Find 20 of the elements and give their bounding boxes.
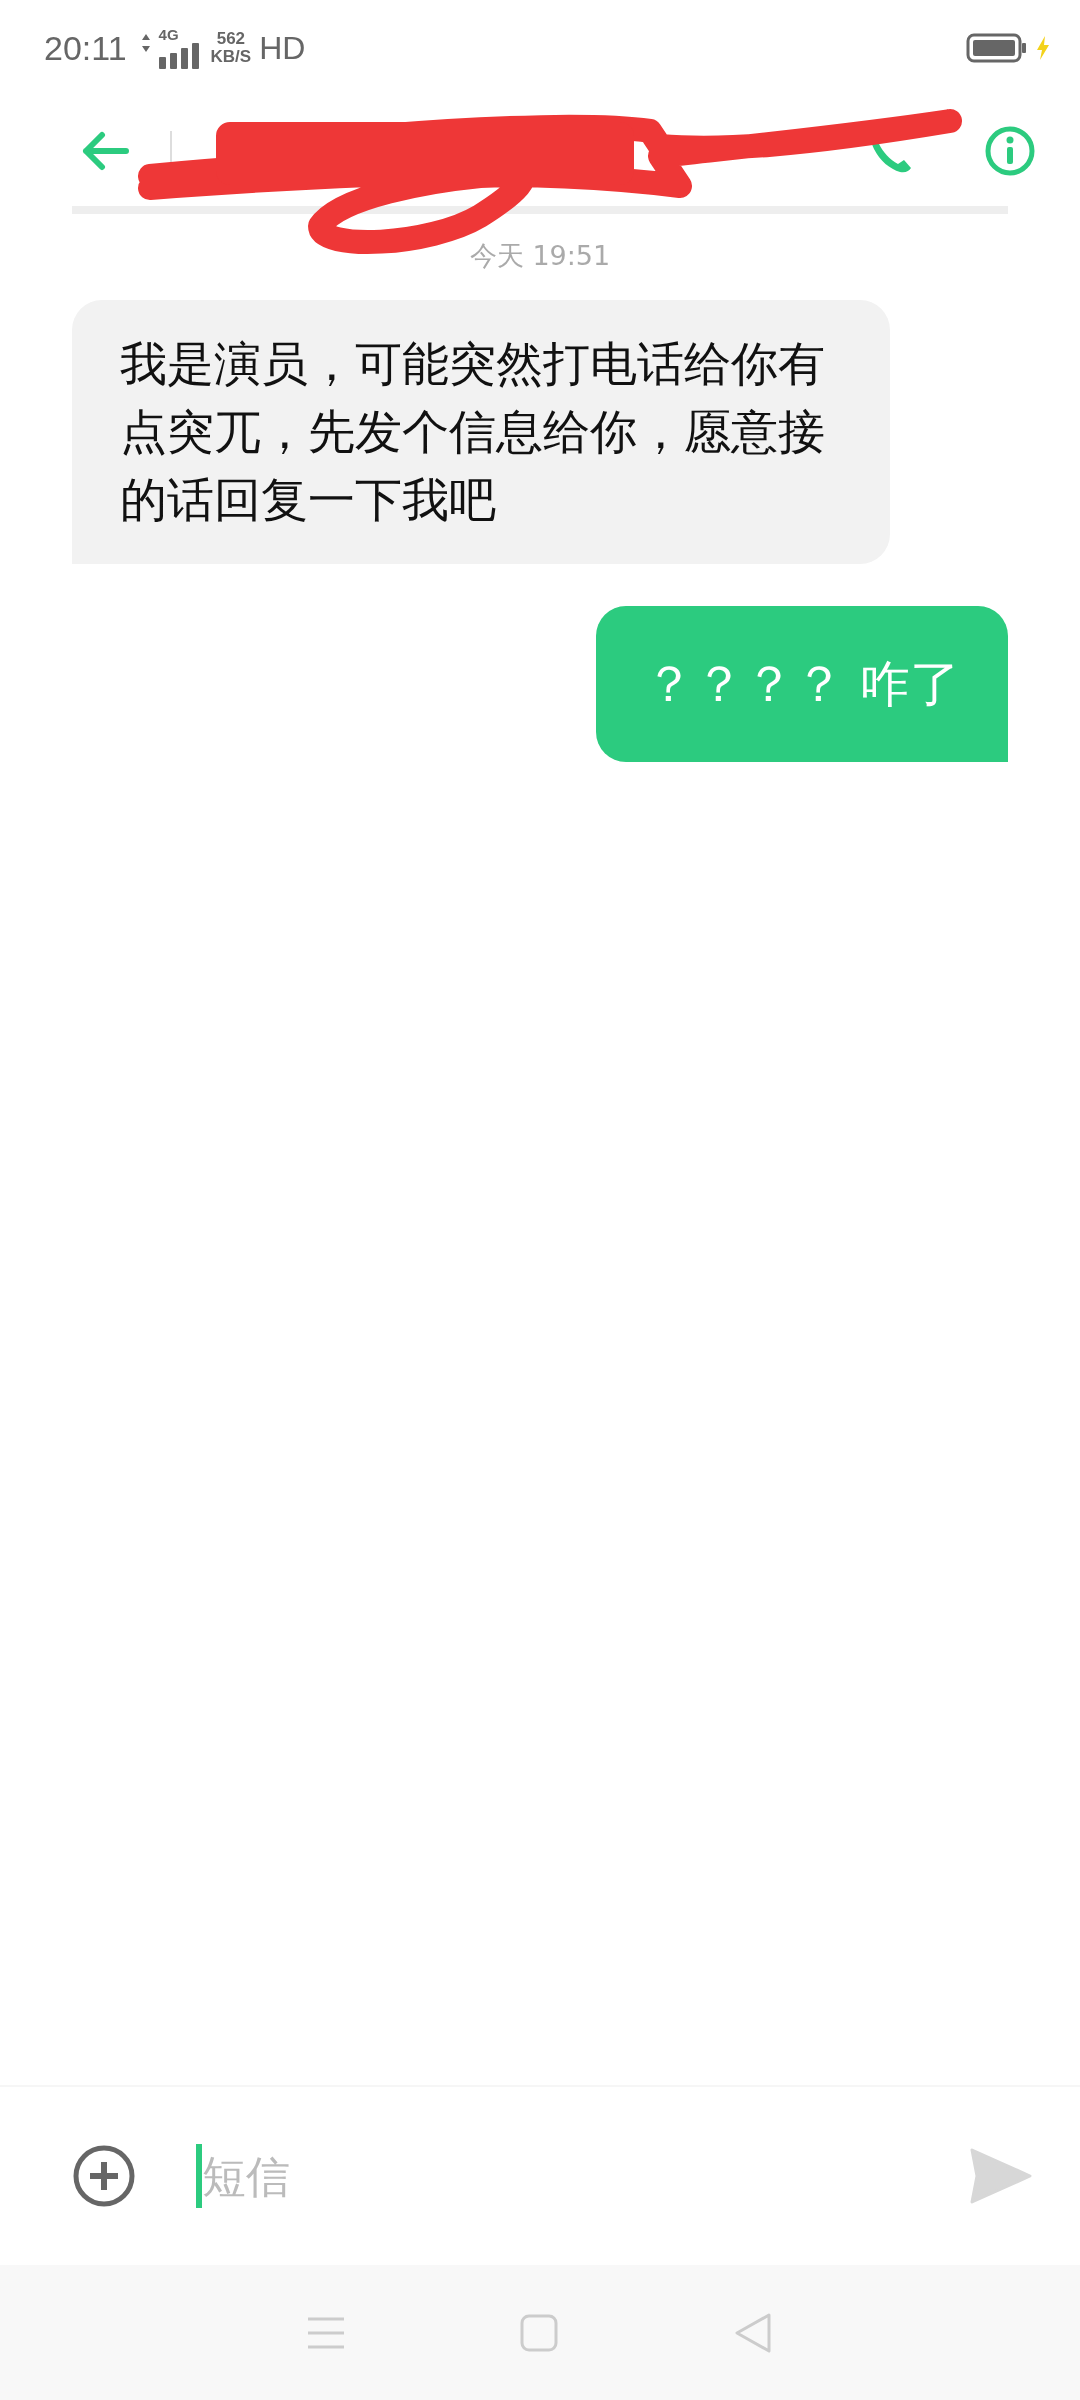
send-icon[interactable] (970, 2148, 1032, 2204)
back-arrow-icon[interactable] (80, 131, 130, 171)
message-field[interactable]: 短信 (202, 2150, 970, 2202)
add-attachment-icon[interactable] (72, 2144, 136, 2208)
clock: 20:11 (44, 28, 127, 68)
signal-icon (158, 43, 199, 69)
speed-unit: KB/S (210, 48, 252, 66)
menu-icon[interactable] (307, 2315, 346, 2350)
data-arrows-icon (140, 33, 151, 53)
timestamp: 今天 19:51 (469, 239, 611, 273)
charging-icon (1036, 36, 1050, 60)
sent-message: ？？？？ 咋了 (596, 606, 1008, 762)
info-icon[interactable] (984, 125, 1036, 177)
network-speed: 562 (216, 30, 246, 48)
home-icon[interactable] (520, 2313, 558, 2352)
battery-icon (966, 33, 1028, 63)
text-cursor (196, 2144, 202, 2208)
hd-label: HD (259, 29, 306, 67)
received-message: 我是演员，可能突然打电话给你有点突兀，先发个信息给你，愿意接的话回复一下我吧 (72, 300, 890, 564)
network-type: 4G (158, 27, 179, 43)
